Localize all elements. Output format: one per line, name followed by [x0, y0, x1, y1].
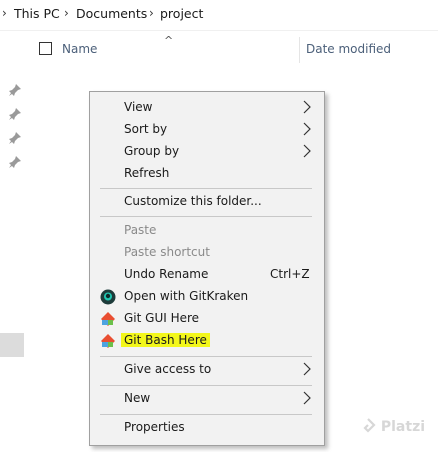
pin-icon — [9, 156, 21, 168]
menu-separator — [100, 188, 312, 189]
platzi-logo-icon — [363, 418, 376, 433]
pin-icon — [9, 132, 21, 144]
menu-item-undo-rename[interactable]: Undo Rename Ctrl+Z — [90, 264, 324, 286]
platzi-watermark: Platzi — [360, 418, 425, 435]
column-header-date-modified[interactable]: Date modified — [306, 42, 391, 56]
menu-item-label: Give access to — [124, 362, 212, 376]
column-divider[interactable] — [299, 37, 300, 63]
menu-item-label: View — [124, 100, 153, 114]
menu-item-label: New — [124, 391, 151, 405]
menu-item-label: Git GUI Here — [124, 311, 200, 325]
menu-item-git-gui-here[interactable]: Git GUI Here — [90, 308, 324, 330]
menu-item-refresh[interactable]: Refresh — [90, 163, 324, 185]
menu-separator — [100, 356, 312, 357]
menu-item-label: Paste shortcut — [124, 245, 210, 259]
breadcrumb: › This PC › Documents › project — [0, 0, 438, 31]
menu-item-give-access-to[interactable]: Give access to — [90, 359, 324, 381]
pin-icon — [9, 108, 21, 120]
shortcut-label: Ctrl+Z — [270, 267, 310, 281]
git-bash-icon — [101, 334, 115, 348]
chevron-right-icon[interactable]: › — [64, 6, 69, 20]
highlight-marker: Git Bash Here — [121, 333, 210, 347]
nav-item-selected[interactable] — [0, 333, 24, 357]
menu-item-label: Git Bash Here — [121, 333, 210, 347]
sort-ascending-icon: ^ — [164, 34, 174, 47]
breadcrumb-project[interactable]: project — [160, 6, 203, 21]
menu-item-sort-by[interactable]: Sort by — [90, 119, 324, 141]
chevron-right-icon — [303, 100, 311, 114]
menu-item-label: Open with GitKraken — [124, 289, 249, 303]
chevron-right-icon — [303, 362, 311, 376]
menu-separator — [100, 385, 312, 386]
menu-item-customize-folder[interactable]: Customize this folder... — [90, 191, 324, 213]
menu-item-open-with-gitkraken[interactable]: Open with GitKraken — [90, 286, 324, 308]
pin-icon — [9, 84, 21, 96]
gitkraken-icon — [100, 289, 116, 305]
select-all-checkbox[interactable] — [39, 42, 52, 55]
chevron-right-icon — [303, 144, 311, 158]
menu-item-group-by[interactable]: Group by — [90, 141, 324, 163]
git-gui-icon — [101, 312, 115, 326]
breadcrumb-documents[interactable]: Documents — [76, 6, 147, 21]
chevron-right-icon — [303, 391, 311, 405]
context-menu: View Sort by Group by Refresh Customize … — [89, 91, 325, 446]
menu-item-label: Paste — [124, 223, 157, 237]
menu-item-paste[interactable]: Paste — [90, 220, 324, 242]
menu-item-label: Group by — [124, 144, 180, 158]
menu-item-properties[interactable]: Properties — [90, 417, 324, 439]
breadcrumb-this-pc[interactable]: This PC — [14, 6, 60, 21]
menu-separator — [100, 414, 312, 415]
menu-item-label: Undo Rename — [124, 267, 209, 281]
menu-item-label: Refresh — [124, 166, 170, 180]
menu-item-label: Properties — [124, 420, 185, 434]
menu-item-label: Customize this folder... — [124, 194, 262, 208]
menu-item-label: Sort by — [124, 122, 168, 136]
menu-item-paste-shortcut[interactable]: Paste shortcut — [90, 242, 324, 264]
chevron-right-icon — [303, 122, 311, 136]
menu-item-git-bash-here[interactable]: Git Bash Here — [90, 330, 324, 352]
column-header-name[interactable]: Name — [62, 42, 97, 56]
menu-item-view[interactable]: View — [90, 97, 324, 119]
menu-item-new[interactable]: New — [90, 388, 324, 410]
chevron-right-icon[interactable]: › — [149, 6, 154, 20]
menu-separator — [100, 216, 312, 217]
watermark-text: Platzi — [380, 419, 426, 435]
chevron-right-icon[interactable]: › — [2, 6, 7, 20]
